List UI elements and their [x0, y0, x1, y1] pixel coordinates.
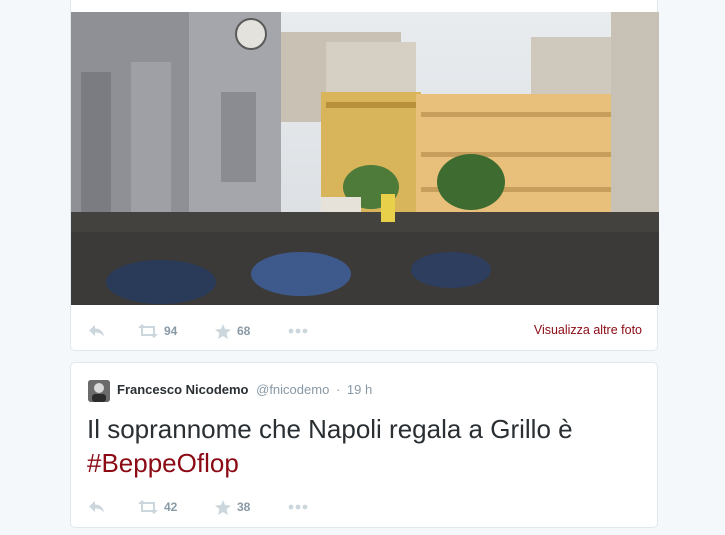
- retweet-icon: [138, 324, 158, 338]
- tweet-body: Il soprannome che Napoli regala a Grillo…: [87, 414, 573, 444]
- favorite-button[interactable]: 38: [215, 495, 250, 519]
- tweet-card: Francesco Nicodemo @fnicodemo · 19 h Il …: [70, 362, 658, 528]
- more-button[interactable]: [288, 495, 308, 519]
- reply-arrow-icon: [89, 324, 105, 338]
- favorite-button[interactable]: 68: [215, 319, 250, 343]
- favorite-count: 38: [237, 500, 251, 514]
- tweet-timestamp[interactable]: 19 h: [347, 382, 372, 397]
- tweet-actions: 42 38: [71, 495, 657, 519]
- view-more-photos-link[interactable]: Visualizza altre foto: [534, 323, 642, 337]
- retweet-count: 42: [164, 500, 178, 514]
- ellipsis-icon: [288, 504, 308, 510]
- reply-button[interactable]: [89, 495, 105, 519]
- star-icon: [215, 323, 231, 339]
- separator-dot: ·: [335, 382, 341, 397]
- hashtag-link[interactable]: #BeppeOflop: [87, 448, 239, 478]
- retweet-count: 94: [164, 324, 178, 338]
- tweet-header: Francesco Nicodemo @fnicodemo · 19 h: [117, 382, 372, 397]
- more-button[interactable]: [288, 319, 308, 343]
- avatar[interactable]: [88, 380, 110, 402]
- tweet-actions: 94 68 Visualizza altre foto: [71, 319, 657, 343]
- star-icon: [215, 499, 231, 515]
- reply-button[interactable]: [89, 319, 105, 343]
- author-handle[interactable]: @fnicodemo: [256, 382, 329, 397]
- retweet-button[interactable]: 94: [138, 319, 177, 343]
- retweet-button[interactable]: 42: [138, 495, 177, 519]
- favorite-count: 68: [237, 324, 251, 338]
- retweet-icon: [138, 500, 158, 514]
- author-fullname[interactable]: Francesco Nicodemo: [117, 382, 249, 397]
- ellipsis-icon: [288, 328, 308, 334]
- tweet-card-photo: 94 68 Visualizza altre foto: [70, 0, 659, 351]
- reply-arrow-icon: [89, 500, 105, 514]
- tweet-text: Il soprannome che Napoli regala a Grillo…: [87, 412, 647, 480]
- tweet-photo[interactable]: [71, 12, 659, 305]
